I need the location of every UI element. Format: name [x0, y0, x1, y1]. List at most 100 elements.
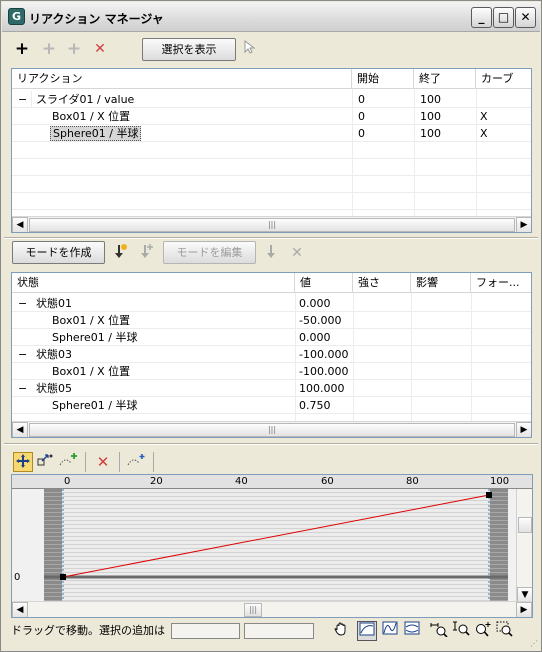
scale-keys-icon[interactable]	[35, 452, 55, 472]
curve-canvas[interactable]	[12, 489, 532, 603]
zoom-horizontal-icon[interactable]	[429, 621, 449, 641]
curve-editor-graph[interactable]: 0 20 40 60 80 100 0 ▼ ◀ ||| ▶	[11, 474, 533, 618]
add-points-icon[interactable]	[59, 452, 79, 472]
state-value: -100.000	[299, 365, 349, 378]
ruler-label: 60	[321, 476, 334, 487]
y-axis-label: 0	[14, 572, 21, 583]
column-value[interactable]: 値	[295, 273, 353, 293]
table-row[interactable]: Box01 / X 位置 -100.000	[12, 363, 531, 380]
zoom-icon[interactable]	[473, 621, 493, 641]
table-row[interactable]: Box01 / X 位置 -50.000	[12, 312, 531, 329]
state-name: 状態03	[36, 348, 72, 361]
add-driver-icon[interactable]: +	[39, 39, 59, 59]
scroll-right-button[interactable]: ▶	[516, 217, 531, 232]
reactions-horizontal-scrollbar[interactable]: ◀ ||| ▶	[12, 216, 531, 232]
zoom-horizontal-extents-icon[interactable]	[380, 621, 400, 641]
reaction-end: 100	[420, 93, 441, 106]
curve-vertical-scrollbar[interactable]: ▼	[516, 489, 532, 603]
collapse-toggle[interactable]: −	[18, 380, 32, 397]
empty-row	[12, 142, 531, 159]
cursor-pick-icon[interactable]	[240, 39, 260, 59]
column-strength[interactable]: 強さ	[353, 273, 411, 293]
scroll-left-button[interactable]: ◀	[12, 422, 28, 437]
state-name: Box01 / X 位置	[52, 365, 131, 378]
title-bar[interactable]: G リアクション マネージャ _ □ ✕	[2, 2, 540, 32]
zoom-value-extents-icon[interactable]	[402, 621, 422, 641]
column-state[interactable]: 状態	[12, 273, 295, 293]
scroll-left-button[interactable]: ◀	[12, 602, 28, 617]
state-name: Sphere01 / 半球	[52, 399, 138, 412]
panel-divider[interactable]	[4, 237, 538, 239]
table-row[interactable]: − 状態05 100.000	[12, 380, 531, 397]
move-keys-icon[interactable]	[13, 452, 33, 472]
table-row[interactable]: − 状態03 -100.000	[12, 346, 531, 363]
column-curve[interactable]: カーブ	[476, 69, 531, 89]
curve-start-point[interactable]	[60, 574, 66, 580]
value-field[interactable]	[244, 623, 314, 639]
resize-grip-icon[interactable]: ⋰	[530, 639, 540, 649]
table-row[interactable]: Box01 / X 位置 0 100 X	[12, 108, 531, 125]
scroll-thumb[interactable]: |||	[29, 423, 515, 437]
ruler-label: 80	[406, 476, 419, 487]
states-table: 状態 値 強さ 影響 フォー... − 状態01 0.000 Box01 / X…	[11, 272, 532, 438]
set-state-icon[interactable]	[110, 243, 130, 263]
scroll-right-button[interactable]: ▶	[516, 602, 532, 617]
scroll-thumb[interactable]: |||	[244, 603, 262, 617]
minimize-button[interactable]: _	[471, 7, 492, 28]
close-button[interactable]: ✕	[515, 7, 536, 28]
zoom-extents-icon[interactable]	[357, 621, 377, 641]
collapse-toggle[interactable]: −	[18, 91, 32, 108]
state-value: 0.750	[299, 399, 331, 412]
column-influence[interactable]: 影響	[411, 273, 471, 293]
column-falloff[interactable]: フォー...	[471, 273, 531, 293]
scroll-left-button[interactable]: ◀	[12, 217, 28, 232]
reaction-end: 100	[420, 110, 441, 123]
states-horizontal-scrollbar[interactable]: ◀ ||| ▶	[12, 421, 531, 437]
add-driven-icon[interactable]: +	[64, 39, 84, 59]
table-row[interactable]: Sphere01 / 半球 0.000	[12, 329, 531, 346]
scroll-right-button[interactable]: ▶	[516, 422, 531, 437]
ruler-label: 100	[490, 476, 510, 487]
delete-icon[interactable]: ✕	[90, 39, 110, 59]
add-reaction-icon[interactable]: +	[12, 39, 32, 59]
curve-horizontal-scrollbar[interactable]: ◀ ||| ▶	[12, 601, 532, 617]
table-row[interactable]: − スライダ01 / value 0 100	[12, 91, 531, 108]
empty-row	[12, 193, 531, 210]
range-end-band	[490, 489, 508, 603]
ruler-label: 0	[64, 476, 71, 487]
collapse-toggle[interactable]: −	[18, 346, 32, 363]
maximize-button[interactable]: □	[493, 7, 514, 28]
column-start[interactable]: 開始	[352, 69, 414, 89]
show-selection-button[interactable]: 選択を表示	[142, 38, 236, 61]
reaction-name-selected: Sphere01 / 半球	[36, 125, 146, 142]
state-value: 0.000	[299, 331, 331, 344]
curve-end-point[interactable]	[486, 492, 492, 498]
create-mode-button[interactable]: モードを作成	[12, 241, 105, 264]
panel-divider[interactable]	[4, 443, 538, 445]
add-state-icon[interactable]	[136, 243, 156, 263]
table-row[interactable]: Sphere01 / 半球 0 100 X	[12, 125, 531, 142]
zoom-region-icon[interactable]	[495, 621, 515, 641]
collapse-toggle[interactable]: −	[18, 295, 32, 312]
reaction-curve: X	[480, 127, 488, 140]
vertical-scroll-thumb[interactable]	[518, 517, 532, 533]
state-value: 0.000	[299, 297, 331, 310]
table-row[interactable]: Sphere01 / 半球 0.750	[12, 397, 531, 414]
column-end[interactable]: 終了	[414, 69, 476, 89]
state-value: -100.000	[299, 348, 349, 361]
column-reaction[interactable]: リアクション	[12, 69, 352, 89]
frame-ruler: 0 20 40 60 80 100	[12, 475, 532, 489]
ruler-label: 20	[150, 476, 163, 487]
zoom-vertical-icon[interactable]	[451, 621, 471, 641]
pan-icon[interactable]	[331, 621, 351, 641]
table-row[interactable]: − 状態01 0.000	[12, 295, 531, 312]
delete-state-icon[interactable]: ✕	[287, 243, 307, 263]
frame-field[interactable]	[171, 623, 240, 639]
scroll-thumb[interactable]: |||	[29, 218, 515, 232]
reaction-curve: X	[480, 110, 488, 123]
state-name: 状態01	[36, 297, 72, 310]
edit-mode-button[interactable]: モードを編集	[163, 241, 256, 264]
delete-points-icon[interactable]: ✕	[93, 452, 113, 472]
append-state-icon[interactable]	[261, 243, 281, 263]
insert-point-icon[interactable]	[127, 452, 147, 472]
